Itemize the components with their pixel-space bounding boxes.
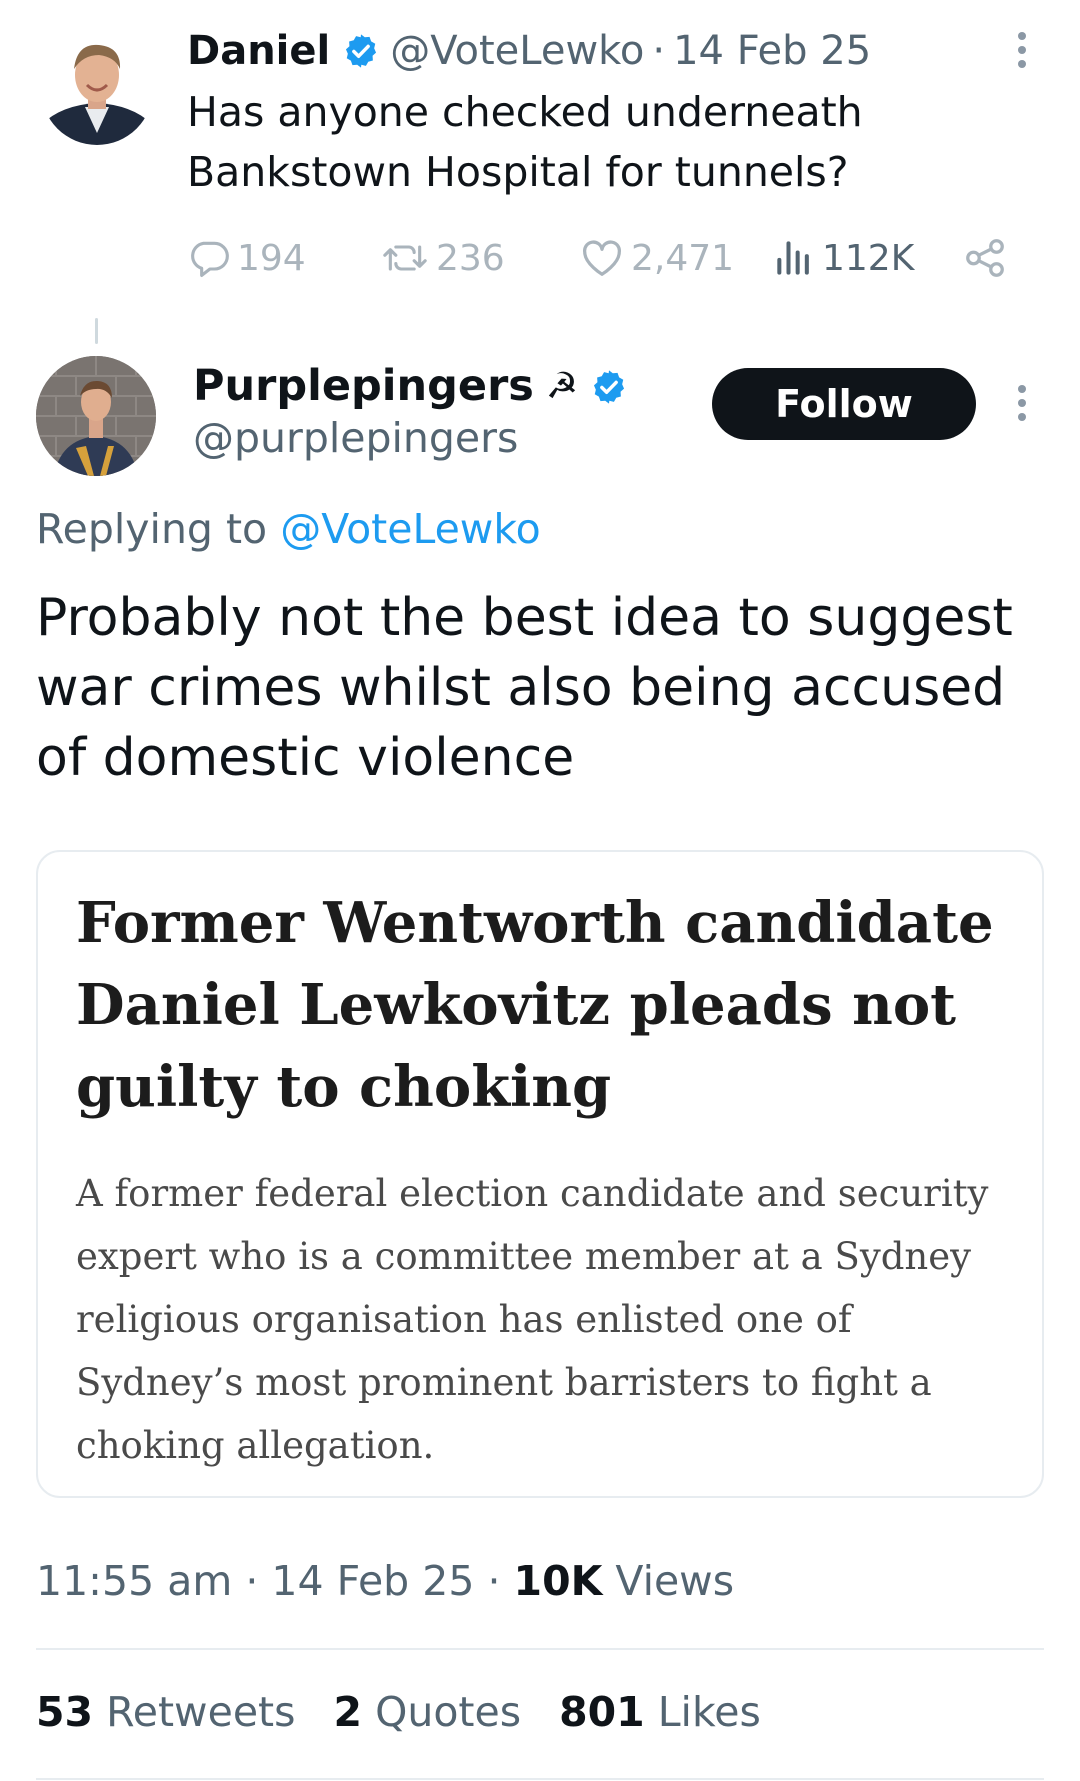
reply-icon <box>191 241 229 277</box>
retweet-icon <box>383 245 427 271</box>
reply-count: 194 <box>237 237 306 279</box>
meta-separator: · <box>245 1557 259 1605</box>
quotes-stat[interactable]: 2 Quotes <box>333 1688 521 1736</box>
like-icon <box>583 240 621 276</box>
likes-label: Likes <box>657 1688 761 1736</box>
parent-tweet-actions: 194 236 2,471 112K <box>187 232 1017 284</box>
tweet-date[interactable]: 14 Feb 25 <box>271 1557 474 1605</box>
follow-button[interactable]: Follow <box>712 368 976 440</box>
verified-badge-icon <box>590 367 628 405</box>
parent-tweet-text: Has anyone checked underneath Bankstown … <box>187 88 863 196</box>
engagement-stats: 53 Retweets 2 Quotes 801 Likes <box>36 1688 761 1736</box>
parent-author-name[interactable]: Daniel <box>187 28 330 74</box>
quotes-label: Quotes <box>375 1688 522 1736</box>
meta-separator: · <box>487 1557 501 1605</box>
parent-more-icon[interactable] <box>1015 32 1029 68</box>
avatar-daniel[interactable] <box>41 33 153 145</box>
card-description: A former federal election candidate and … <box>76 1172 989 1467</box>
likes-count: 801 <box>559 1688 645 1736</box>
parent-author-handle[interactable]: @VoteLewko <box>390 28 644 74</box>
likes-stat[interactable]: 801 Likes <box>559 1688 761 1736</box>
reply-author-name-row: Purplepingers ☭ <box>193 358 638 414</box>
avatar-purplepingers[interactable] <box>36 356 156 476</box>
views-count: 112K <box>822 237 915 279</box>
retweet-button[interactable]: 236 <box>380 232 505 284</box>
verified-badge-icon <box>342 32 380 70</box>
quotes-count: 2 <box>333 1688 363 1736</box>
like-count: 2,471 <box>631 237 735 279</box>
tweet-meta: 11:55 am · 14 Feb 25 · 10K Views <box>36 1557 734 1605</box>
retweets-label: Retweets <box>106 1688 296 1736</box>
retweet-count: 236 <box>436 237 505 279</box>
reply-author-handle[interactable]: @purplepingers <box>193 414 518 462</box>
header-separator: · <box>652 28 666 74</box>
divider <box>36 1648 1044 1650</box>
views-label: Views <box>615 1557 735 1605</box>
divider <box>36 1778 1044 1780</box>
replying-to: Replying to @VoteLewko <box>36 505 541 553</box>
parent-tweet-date[interactable]: 14 Feb 25 <box>673 28 871 74</box>
views-icon <box>777 241 809 275</box>
retweets-count: 53 <box>36 1688 94 1736</box>
views-total: 10K <box>513 1557 603 1605</box>
link-card[interactable]: Former Wentworth candidate Daniel Lewkov… <box>36 850 1044 1498</box>
reply-author-name[interactable]: Purplepingers <box>193 361 534 411</box>
parent-tweet-header: Daniel @VoteLewko · 14 Feb 25 <box>187 26 987 76</box>
replying-handle-link[interactable]: @VoteLewko <box>280 505 541 553</box>
reply-more-icon[interactable] <box>1015 385 1029 421</box>
share-button[interactable] <box>962 232 1014 284</box>
tweet-time[interactable]: 11:55 am <box>36 1557 232 1605</box>
thread-connector <box>95 318 98 344</box>
retweets-stat[interactable]: 53 Retweets <box>36 1688 295 1736</box>
views-button[interactable]: 112K <box>772 232 914 284</box>
like-button[interactable]: 2,471 <box>579 232 734 284</box>
card-headline: Former Wentworth candidate Daniel Lewkov… <box>76 890 994 1120</box>
share-icon <box>966 239 1004 277</box>
replying-prefix: Replying to <box>36 505 268 553</box>
reply-tweet-text: Probably not the best idea to suggest wa… <box>36 588 1013 788</box>
reply-button[interactable]: 194 <box>187 232 306 284</box>
hammer-sickle-emoji: ☭ <box>545 365 579 407</box>
